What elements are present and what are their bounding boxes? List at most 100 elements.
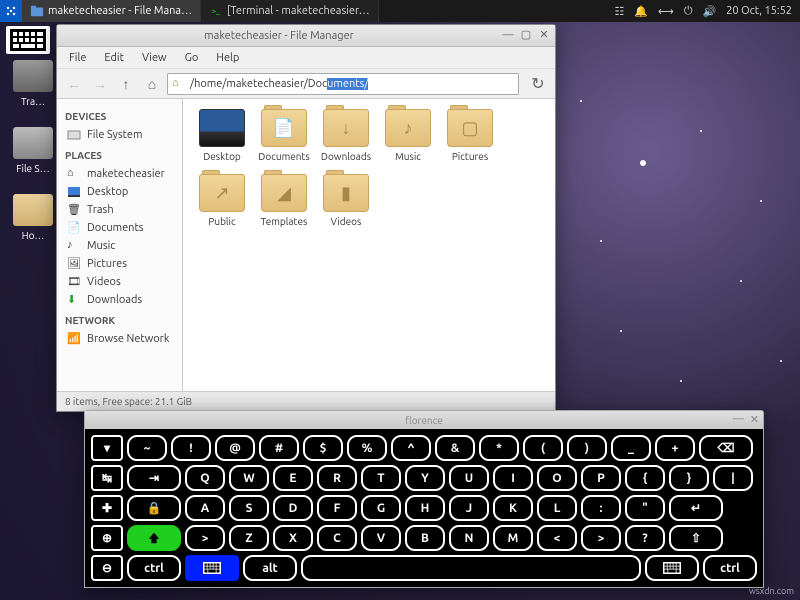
folder-view[interactable]: Desktop📄Documents↓Downloads♪Music▢Pictur…	[183, 99, 555, 391]
key-}[interactable]: }	[669, 465, 709, 491]
key-C[interactable]: C	[317, 525, 357, 551]
notifications-icon[interactable]: 🔔	[634, 5, 648, 18]
desktop-icon-filesystem[interactable]: File S…	[8, 127, 58, 174]
key-%[interactable]: %	[347, 435, 387, 461]
forward-button[interactable]: →	[89, 73, 111, 95]
key-O[interactable]: O	[537, 465, 577, 491]
key-?[interactable]: ?	[625, 525, 665, 551]
key-@[interactable]: @	[215, 435, 255, 461]
taskbar-button-terminal[interactable]: >_ [Terminal - maketecheasier…	[201, 0, 379, 22]
key-I[interactable]: I	[493, 465, 533, 491]
power-icon[interactable]: ⏻	[684, 5, 693, 18]
folder-downloads[interactable]: ↓Downloads	[317, 109, 375, 162]
kbd-minimize[interactable]: —	[733, 413, 744, 426]
key-↹[interactable]: ↹	[91, 465, 123, 491]
key-Y[interactable]: Y	[405, 465, 445, 491]
sidebar-item-pictures[interactable]: 🖼Pictures	[65, 255, 174, 273]
key-A[interactable]: A	[185, 495, 225, 521]
key-F[interactable]: F	[317, 495, 357, 521]
sidebar-item-documents[interactable]: 📄Documents	[65, 219, 174, 237]
key-{[interactable]: {	[625, 465, 665, 491]
key-⇧[interactable]	[127, 525, 181, 551]
key-W[interactable]: W	[229, 465, 269, 491]
key-M[interactable]: M	[493, 525, 533, 551]
key-alt[interactable]: alt	[243, 555, 297, 581]
folder-desktop[interactable]: Desktop	[193, 109, 251, 162]
key-ctrl[interactable]: ctrl	[703, 555, 757, 581]
onscreen-keyboard-launcher-icon[interactable]	[6, 26, 50, 54]
key-⌨[interactable]	[185, 555, 239, 581]
whisker-menu[interactable]	[0, 0, 22, 22]
taskbar-button-filemanager[interactable]: maketecheasier - File Mana…	[22, 0, 201, 22]
folder-public[interactable]: ↗Public	[193, 174, 251, 227]
key-|[interactable]: |	[713, 465, 753, 491]
sidebar-item-desktop[interactable]: Desktop	[65, 183, 174, 201]
key-⌨[interactable]	[645, 555, 699, 581]
folder-documents[interactable]: 📄Documents	[255, 109, 313, 162]
menu-edit[interactable]: Edit	[96, 50, 132, 66]
key-⌫[interactable]: ⌫	[699, 435, 753, 461]
titlebar[interactable]: maketecheasier - File Manager — ▢ ✕	[57, 25, 555, 47]
close-button[interactable]: ✕	[537, 29, 551, 43]
key-E[interactable]: E	[273, 465, 313, 491]
key->[interactable]: >	[581, 525, 621, 551]
clock[interactable]: 20 Oct, 15:52	[726, 5, 792, 17]
apps-tray-icon[interactable]: ☷	[614, 5, 624, 18]
maximize-button[interactable]: ▢	[519, 29, 533, 43]
minimize-button[interactable]: —	[501, 29, 515, 43]
keyboard-titlebar[interactable]: florence —✕	[85, 411, 763, 429]
key-([interactable]: (	[523, 435, 563, 461]
folder-videos[interactable]: ▮Videos	[317, 174, 375, 227]
sidebar-item-home[interactable]: ⌂maketecheasier	[65, 165, 174, 183]
key-:[interactable]: :	[581, 495, 621, 521]
key-L[interactable]: L	[537, 495, 577, 521]
key-Q[interactable]: Q	[185, 465, 225, 491]
back-button[interactable]: ←	[63, 73, 85, 95]
key-X[interactable]: X	[273, 525, 313, 551]
key-B[interactable]: B	[405, 525, 445, 551]
key-⊖[interactable]: ⊖	[91, 555, 123, 581]
key-R[interactable]: R	[317, 465, 357, 491]
key-"[interactable]: "	[625, 495, 665, 521]
key-⇧[interactable]: ⇧	[669, 525, 723, 551]
location-bar[interactable]: ⌂ /home/maketecheasier/Documents/	[167, 73, 519, 95]
key-~[interactable]: ~	[127, 435, 167, 461]
folder-templates[interactable]: ◢Templates	[255, 174, 313, 227]
key-🔒[interactable]: 🔒	[127, 495, 181, 521]
sidebar-item-filesystem[interactable]: File System	[65, 126, 174, 144]
key-U[interactable]: U	[449, 465, 489, 491]
key-⇥[interactable]: ⇥	[127, 465, 181, 491]
kbd-close[interactable]: ✕	[750, 413, 759, 426]
key-![interactable]: !	[171, 435, 211, 461]
key-H[interactable]: H	[405, 495, 445, 521]
key-)[interactable]: )	[567, 435, 607, 461]
up-button[interactable]: ↑	[115, 73, 137, 95]
key-K[interactable]: K	[493, 495, 533, 521]
key-⊕[interactable]: ⊕	[91, 525, 123, 551]
sidebar-item-videos[interactable]: 🎞Videos	[65, 273, 174, 291]
key-J[interactable]: J	[449, 495, 489, 521]
key-N[interactable]: N	[449, 525, 489, 551]
key-▾[interactable]: ▾	[91, 435, 123, 461]
sidebar-item-music[interactable]: ♪Music	[65, 237, 174, 255]
menu-go[interactable]: Go	[177, 50, 207, 66]
key-D[interactable]: D	[273, 495, 313, 521]
folder-music[interactable]: ♪Music	[379, 109, 437, 162]
key-Z[interactable]: Z	[229, 525, 269, 551]
key-G[interactable]: G	[361, 495, 401, 521]
key-&[interactable]: &	[435, 435, 475, 461]
key-#[interactable]: #	[259, 435, 299, 461]
key-+[interactable]: +	[655, 435, 695, 461]
key-✚[interactable]: ✚	[91, 495, 123, 521]
network-icon[interactable]: ⟷	[658, 5, 674, 18]
desktop-icon-home[interactable]: Ho…	[8, 194, 58, 241]
menu-view[interactable]: View	[134, 50, 175, 66]
key-space[interactable]	[301, 555, 641, 581]
sidebar-item-trash[interactable]: 🗑Trash	[65, 201, 174, 219]
sidebar-item-network[interactable]: 📶Browse Network	[65, 330, 174, 348]
home-button[interactable]: ⌂	[141, 73, 163, 95]
key-↵[interactable]: ↵	[669, 495, 723, 521]
menu-help[interactable]: Help	[208, 50, 247, 66]
menu-file[interactable]: File	[61, 50, 94, 66]
key-$[interactable]: $	[303, 435, 343, 461]
